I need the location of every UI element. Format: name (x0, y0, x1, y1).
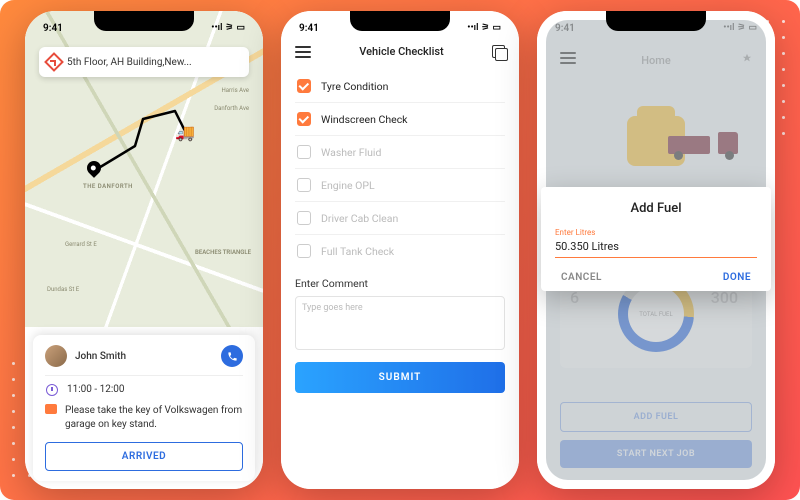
road-harris: Harris Ave (222, 87, 249, 94)
destination-search[interactable]: 5th Floor, AH Building,New... (39, 47, 249, 77)
driver-avatar (45, 345, 67, 367)
search-text: 5th Floor, AH Building,New... (67, 57, 241, 68)
note-row: Please take the key of Volkswagen from g… (45, 404, 243, 432)
district-label: THE DANFORTH (83, 183, 133, 190)
road-dundas: Dundas St E (47, 286, 79, 293)
submit-button[interactable]: SUBMIT (295, 362, 505, 393)
status-time: 9:41 (299, 23, 319, 34)
checklist-item[interactable]: Tyre Condition (295, 70, 505, 103)
status-time: 9:41 (555, 23, 575, 34)
checklist-item[interactable]: Windscreen Check (295, 103, 505, 136)
checkbox[interactable] (297, 178, 311, 192)
notch (94, 11, 194, 31)
checklist-label: Windscreen Check (321, 113, 408, 126)
checklist-item[interactable]: Engine OPL (295, 169, 505, 202)
checklist-label: Full Tank Check (321, 245, 394, 258)
comment-label: Enter Comment (295, 277, 505, 290)
phone-map: 9:41 ••ıl ⚞ ▭ 5th Floor, AH Building,New… (25, 11, 263, 489)
status-indicators: ••ıl⚞▭ (723, 23, 757, 33)
checkbox[interactable] (297, 79, 311, 93)
checkbox[interactable] (297, 112, 311, 126)
checklist-item[interactable]: Full Tank Check (295, 235, 505, 267)
arrived-button[interactable]: ARRIVED (45, 442, 243, 471)
checklist-label: Engine OPL (321, 179, 375, 192)
clock-icon (46, 384, 58, 396)
road-gerrard: Gerrard St E (65, 241, 97, 248)
litres-input[interactable]: 50.350 Litres (555, 237, 757, 258)
call-button[interactable] (221, 345, 243, 367)
vehicle-icon: 🚚 (175, 123, 195, 142)
add-fuel-dialog: Add Fuel Enter Litres 50.350 Litres CANC… (541, 187, 771, 291)
navigation-icon (44, 52, 64, 72)
road-danforth: Danforth Ave (214, 105, 249, 112)
destination-pin-icon (84, 158, 104, 178)
checkbox[interactable] (297, 244, 311, 258)
page-title: Vehicle Checklist (359, 45, 443, 58)
showcase-stage: 9:41 ••ıl ⚞ ▭ 5th Floor, AH Building,New… (0, 0, 800, 500)
notch (606, 11, 706, 31)
driver-name: John Smith (75, 351, 126, 362)
driver-row: John Smith (45, 345, 243, 376)
checklist: Tyre Condition Windscreen Check Washer Flu… (295, 70, 505, 267)
time-row: 11:00 - 12:00 (45, 384, 243, 396)
litres-label: Enter Litres (555, 228, 757, 237)
notch (350, 11, 450, 31)
status-time: 9:41 (43, 23, 63, 34)
time-window: 11:00 - 12:00 (67, 384, 125, 395)
checklist-item[interactable]: Washer Fluid (295, 136, 505, 169)
map-view[interactable]: 5th Floor, AH Building,New... 🚚 THE DANF… (25, 11, 263, 327)
job-card: John Smith 11:00 - 12:00 Please take the… (33, 335, 255, 481)
checklist-label: Washer Fluid (321, 146, 381, 159)
area-beaches: BEACHES TRIANGLE (195, 249, 251, 256)
message-icon (45, 404, 57, 414)
checklist-item[interactable]: Driver Cab Clean (295, 202, 505, 235)
checkbox[interactable] (297, 211, 311, 225)
dialog-title: Add Fuel (555, 201, 757, 216)
checklist-label: Driver Cab Clean (321, 212, 398, 225)
phone-checklist: 9:41 ••ıl⚞▭ Vehicle Checklist Tyre Condi… (281, 11, 519, 489)
comment-input[interactable]: Type goes here (295, 296, 505, 350)
phone-icon (227, 351, 238, 362)
checklist-header: Vehicle Checklist (295, 39, 505, 70)
menu-icon[interactable] (295, 46, 311, 58)
job-note: Please take the key of Volkswagen from g… (65, 404, 243, 432)
cancel-button[interactable]: CANCEL (561, 272, 602, 283)
status-indicators: ••ıl⚞▭ (467, 23, 501, 33)
phone-home: 9:41 ••ıl⚞▭ Home A 6 USED FUEL 300 TOTA (537, 11, 775, 489)
copy-icon[interactable] (492, 45, 505, 58)
checklist-label: Tyre Condition (321, 80, 388, 93)
status-indicators: ••ıl ⚞ ▭ (211, 23, 245, 33)
checkbox[interactable] (297, 145, 311, 159)
done-button[interactable]: DONE (723, 272, 751, 283)
